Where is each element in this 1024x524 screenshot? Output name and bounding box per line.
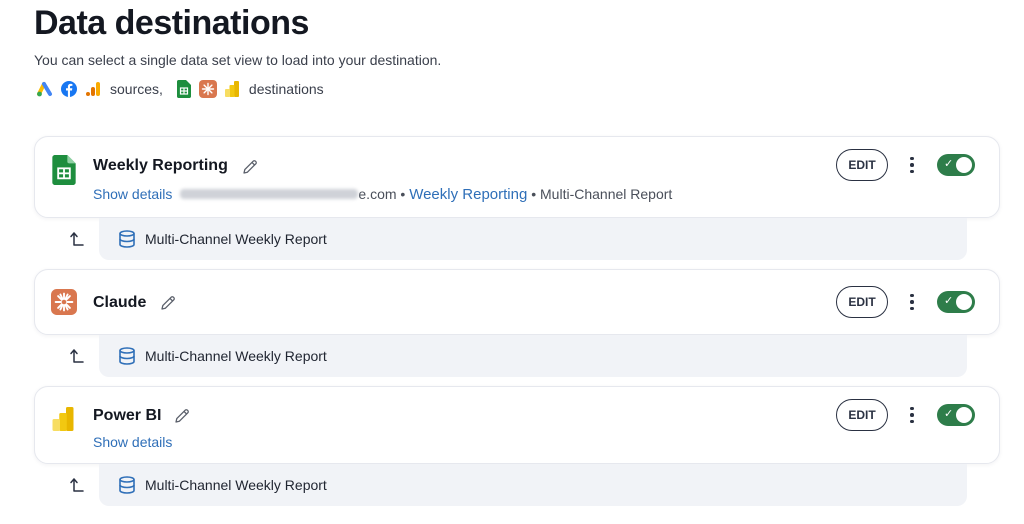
check-icon: ✓ [944,295,954,307]
destination-card-weekly-reporting: Weekly Reporting Show details e.com • Wee… [34,136,1000,218]
edit-button[interactable]: EDIT [836,286,888,318]
destinations-label: destinations [248,81,324,97]
more-options-icon[interactable] [903,404,921,426]
redacted-email [180,189,359,200]
pencil-icon[interactable] [159,294,177,312]
toggle-knob [956,407,972,423]
show-details-link[interactable]: Show details [93,434,172,450]
destination-card-power-bi: Power BI Show details EDIT ✓ [34,386,1000,464]
database-icon [117,475,137,495]
database-icon [117,346,137,366]
dataset-row[interactable]: Multi-Channel Weekly Report [99,218,967,260]
show-details-link[interactable]: Show details [93,186,172,202]
database-icon [117,229,137,249]
branch-arrow-icon [68,347,86,365]
dataset-row[interactable]: Multi-Channel Weekly Report [99,335,967,377]
pencil-icon[interactable] [173,407,191,425]
enabled-toggle[interactable]: ✓ [937,404,975,426]
destination-card-claude: Claude EDIT ✓ [34,269,1000,335]
google-sheets-icon [51,155,77,185]
enabled-toggle[interactable]: ✓ [937,154,975,176]
google-ads-icon [36,80,54,98]
pencil-icon[interactable] [241,158,259,176]
toggle-knob [956,157,972,173]
destination-name: Claude [93,294,147,311]
dataset-name: Multi-Channel Weekly Report [145,231,327,247]
destination-details: Show details [93,434,172,450]
check-icon: ✓ [944,408,954,420]
sources-label: sources, [110,81,163,97]
edit-button[interactable]: EDIT [836,149,888,181]
page-title: Data destinations [34,4,309,42]
more-options-icon[interactable] [903,291,921,313]
claude-icon [51,289,77,315]
separator-dot: • [400,186,406,202]
power-bi-icon [51,405,77,431]
report-name: Multi-Channel Report [540,186,673,202]
dataset-row[interactable]: Multi-Channel Weekly Report [99,464,967,506]
dataset-name: Multi-Channel Weekly Report [145,348,327,364]
destination-name: Power BI [93,407,162,424]
power-bi-icon [223,80,241,98]
separator-dot: • [531,186,537,202]
sheet-link[interactable]: Weekly Reporting [409,186,527,203]
branch-arrow-icon [68,230,86,248]
toggle-knob [956,294,972,310]
enabled-toggle[interactable]: ✓ [937,291,975,313]
sources-destinations-legend: sources, destinations [36,80,330,98]
page-subtitle: You can select a single data set view to… [34,52,442,68]
google-analytics-icon [84,80,102,98]
check-icon: ✓ [944,158,954,170]
dataset-name: Multi-Channel Weekly Report [145,477,327,493]
facebook-icon [60,80,78,98]
claude-icon [198,80,217,98]
more-options-icon[interactable] [903,154,921,176]
google-sheets-icon [175,80,193,98]
branch-arrow-icon [68,476,86,494]
destination-details: Show details e.com • Weekly Reporting • M… [93,186,672,203]
destination-name: Weekly Reporting [93,157,228,174]
edit-button[interactable]: EDIT [836,399,888,431]
email-suffix: e.com [358,186,397,202]
